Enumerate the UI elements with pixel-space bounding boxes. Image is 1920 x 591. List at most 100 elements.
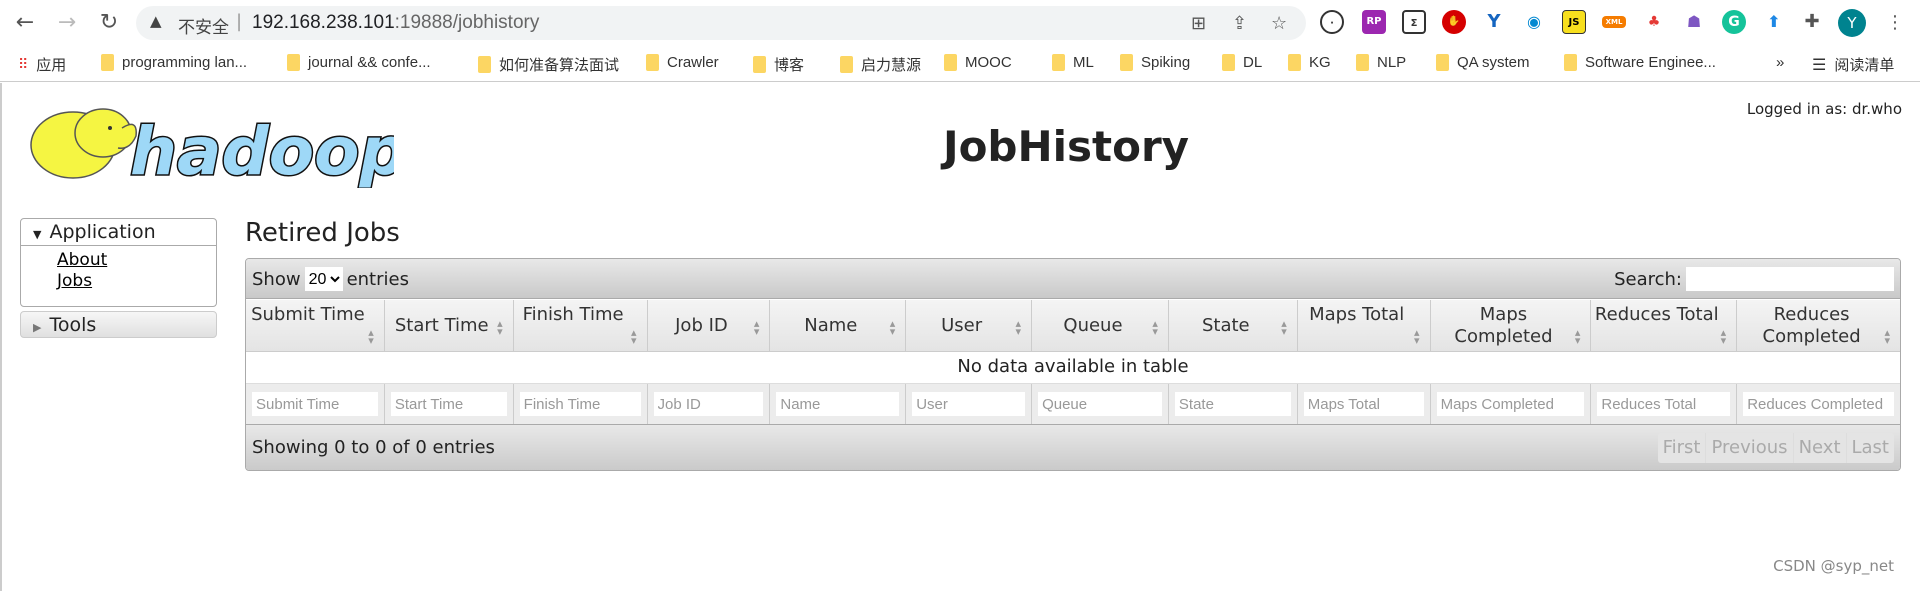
folder-icon <box>1436 54 1449 71</box>
bookmark-folder[interactable]: Software Enginee... <box>1564 54 1716 71</box>
filter-cell <box>1591 384 1738 424</box>
pager-next[interactable]: Next <box>1794 433 1847 463</box>
column-header[interactable]: Name ▴ ▾ <box>770 300 907 351</box>
sidebar-link-about[interactable]: About <box>57 250 216 271</box>
column-header-label: User <box>941 314 983 336</box>
search-input[interactable] <box>1686 267 1894 291</box>
table-toolbar: Show 20 entries Search: <box>246 259 1900 299</box>
column-header-label: Submit Time <box>251 304 365 325</box>
pager-previous[interactable]: Previous <box>1706 433 1794 463</box>
column-header[interactable]: Reduces Completed ▴ ▾ <box>1737 300 1900 351</box>
column-header[interactable]: Maps Completed ▴ ▾ <box>1431 300 1592 351</box>
column-header-label: Finish Time <box>522 304 624 325</box>
pager-last[interactable]: Last <box>1847 433 1895 463</box>
column-header[interactable]: Queue ▴ ▾ <box>1032 300 1169 351</box>
section-heading: Retired Jobs <box>245 218 400 248</box>
reading-list[interactable]: ☰ 阅读清单 <box>1812 54 1894 75</box>
column-header[interactable]: State ▴ ▾ <box>1169 300 1298 351</box>
translate-icon[interactable]: ⊞ <box>1191 13 1206 34</box>
bookmark-folder[interactable]: journal && confe... <box>287 54 431 71</box>
bookmark-folder[interactable]: KG <box>1288 54 1331 71</box>
column-filter-input[interactable] <box>1174 392 1291 416</box>
adblock-icon[interactable]: ✋ <box>1442 10 1466 34</box>
folder-icon <box>1052 54 1065 71</box>
filter-cell <box>1737 384 1900 424</box>
column-header[interactable]: Finish Time ▴ ▾ <box>514 300 648 351</box>
bookmark-label: 启力慧源 <box>861 57 922 74</box>
column-filter-input[interactable] <box>1597 392 1731 416</box>
grammarly-icon[interactable]: G <box>1722 10 1746 34</box>
folder-icon <box>1356 54 1369 71</box>
menu-dots-icon[interactable]: ⋮ <box>1882 10 1908 36</box>
sort-icon: ▴ ▾ <box>630 326 637 347</box>
extension-y-icon[interactable]: Y <box>1482 10 1506 34</box>
column-filter-input[interactable] <box>390 392 507 416</box>
column-filter-input[interactable] <box>1436 392 1585 416</box>
extension-cat-icon[interactable]: ☗ <box>1682 10 1706 34</box>
column-filter-input[interactable] <box>1303 392 1424 416</box>
extensions-puzzle-icon[interactable]: ✚ <box>1800 10 1824 34</box>
column-filter-input[interactable] <box>1038 392 1162 416</box>
sort-icon: ▴ ▾ <box>889 317 896 338</box>
forward-icon[interactable]: → <box>54 10 80 36</box>
star-icon[interactable]: ☆ <box>1271 13 1287 34</box>
filter-cell <box>246 384 385 424</box>
column-header[interactable]: Start Time ▴ ▾ <box>385 300 514 351</box>
column-filter-input[interactable] <box>912 392 1026 416</box>
bookmark-folder[interactable]: ML <box>1052 54 1094 71</box>
profile-avatar[interactable]: Y <box>1838 9 1866 37</box>
column-header[interactable]: Submit Time ▴ ▾ <box>246 300 385 351</box>
reload-icon[interactable]: ↻ <box>96 10 122 36</box>
apps-grid-icon: ⠿ <box>18 56 29 72</box>
bookmark-folder[interactable]: NLP <box>1356 54 1406 71</box>
bookmark-folder[interactable]: Spiking <box>1120 54 1190 71</box>
bookmark-folder[interactable]: 如何准备算法面试 <box>478 54 619 75</box>
column-header[interactable]: Maps Total ▴ ▾ <box>1298 300 1431 351</box>
share-icon[interactable]: ⇪ <box>1232 13 1247 34</box>
bookmark-label: MOOC <box>965 54 1012 71</box>
column-filter-input[interactable] <box>1743 392 1894 416</box>
column-header-label: Start Time <box>394 314 489 336</box>
bookmark-folder[interactable]: 博客 <box>753 54 804 75</box>
bookmarks-overflow[interactable]: » <box>1776 54 1784 71</box>
bookmark-folder[interactable]: MOOC <box>944 54 1012 71</box>
bookmark-folder[interactable]: QA system <box>1436 54 1530 71</box>
column-filter-input[interactable] <box>776 392 900 416</box>
pager-first[interactable]: First <box>1658 433 1707 463</box>
sidebar-tools[interactable]: ▶ Tools <box>20 311 217 338</box>
column-filter-input[interactable] <box>653 392 764 416</box>
extension-icon[interactable]: · <box>1320 10 1344 34</box>
sidebar-application: ▼ Application About Jobs <box>20 218 217 307</box>
address-bar[interactable]: ▲ 不安全 | 192.168.238.101:19888/jobhistory… <box>136 6 1306 40</box>
column-header[interactable]: Reduces Total ▴ ▾ <box>1591 300 1738 351</box>
extension-sigma-icon[interactable]: Σ <box>1402 10 1426 34</box>
bookmark-folder[interactable]: programming lan... <box>101 54 247 71</box>
search-label: Search: <box>1614 268 1682 290</box>
column-filter-input[interactable] <box>252 392 378 416</box>
extension-eye-icon[interactable]: ◉ <box>1522 10 1546 34</box>
extension-arrow-icon[interactable]: ⬆ <box>1762 10 1786 34</box>
caret-down-icon: ▼ <box>33 228 42 241</box>
sidebar-link-jobs[interactable]: Jobs <box>57 271 216 292</box>
extension-rp-icon[interactable]: RP <box>1362 10 1386 34</box>
column-filter-input[interactable] <box>519 392 641 416</box>
url-text: 192.168.238.101:19888/jobhistory <box>252 12 539 34</box>
sort-icon: ▴ ▾ <box>1152 317 1158 338</box>
column-header[interactable]: Job ID ▴ ▾ <box>648 300 771 351</box>
bookmark-folder[interactable]: Crawler <box>646 54 719 71</box>
bookmark-apps[interactable]: ⠿ 应用 <box>18 54 66 75</box>
page-title: JobHistory <box>942 122 1190 171</box>
bookmark-folder[interactable]: 启力慧源 <box>840 54 921 75</box>
back-icon[interactable]: ← <box>12 10 38 36</box>
bookmark-folder[interactable]: DL <box>1222 54 1262 71</box>
entries-select[interactable]: 20 <box>304 267 343 291</box>
pagination: First Previous Next Last <box>1657 433 1895 463</box>
extension-xml-icon[interactable]: XML <box>1602 16 1626 28</box>
watermark: CSDN @syp_net <box>1773 557 1894 575</box>
insecure-label: 不安全 <box>178 18 229 37</box>
sidebar-application-header[interactable]: ▼ Application <box>21 219 216 246</box>
extension-js-icon[interactable]: JS <box>1562 10 1586 34</box>
extension-tree-icon[interactable]: ♣ <box>1642 10 1666 34</box>
column-header[interactable]: User ▴ ▾ <box>906 300 1033 351</box>
entries-label: entries <box>346 268 409 290</box>
